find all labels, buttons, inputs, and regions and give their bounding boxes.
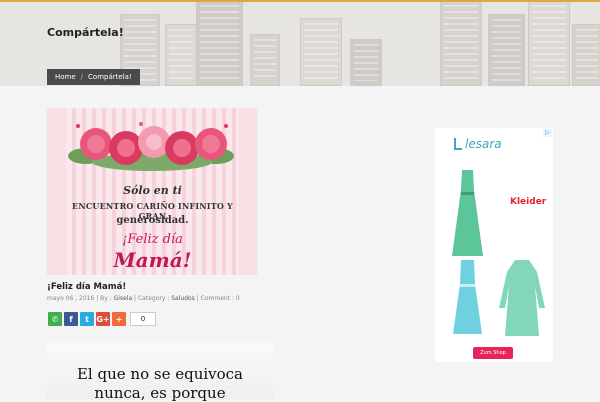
more-share-icon: + [115,314,123,324]
post-title-link[interactable]: ¡Feliz día Mamá! [47,282,126,292]
share-bar: ✆ f t G+ + 0 [48,312,156,326]
roses-illustration [68,122,234,171]
facebook-share-button[interactable]: f [64,312,78,326]
advertisement[interactable]: ▷ lesara Kleider Zum Shop [435,128,553,362]
skyline-building [196,2,243,86]
post-comments[interactable]: Comment : 0 [201,295,240,302]
whatsapp-share-button[interactable]: ✆ [48,312,62,326]
post-date: mayo 06 , 2016 [47,295,95,302]
quote-line-2: nunca, es porque [94,384,226,402]
ad-choices-icon[interactable]: ▷ [543,129,552,137]
facebook-icon: f [69,314,73,324]
post-category-link[interactable]: Saludos [171,295,195,302]
google-plus-icon: G+ [96,314,110,324]
breadcrumb-current: Compártela! [88,73,132,81]
skyline-building [572,24,600,86]
ad-shop-button[interactable]: Zum Shop [473,347,513,359]
next-post-image[interactable]: El que no se equivoca nunca, es porque [47,343,273,402]
whatsapp-icon: ✆ [51,314,59,324]
skyline-building [528,2,570,86]
share-count: 0 [130,312,156,326]
breadcrumb-separator: / [80,73,84,81]
card-line-3: generosidad. [116,215,189,226]
page-title: Compártela! [47,26,124,39]
skyline-building [488,14,525,86]
post-category-label: Category : [137,295,170,302]
dress-image [499,260,545,336]
skyline-building [300,18,342,86]
card-line-1: Sólo en ti [123,184,182,197]
mothers-day-card[interactable]: Sólo en ti ENCUENTRO CARIÑO INFINITO Y G… [66,108,239,275]
lesara-logo-icon [454,138,462,150]
post-author-link[interactable]: Gisela [114,295,132,302]
more-share-button[interactable]: + [112,312,126,326]
skyline-building [165,24,197,86]
quote-line-1: El que no se equivoca [76,365,243,383]
ad-logo-text: lesara [465,137,502,151]
breadcrumb: Home / Compártela! [47,69,140,85]
post-by-label: By : [100,295,112,302]
card-line-5: Mamá! [113,248,192,272]
breadcrumb-home-link[interactable]: Home [55,73,76,81]
post-meta: mayo 06 , 2016 | By : Gisela | Category … [47,295,240,302]
twitter-share-button[interactable]: t [80,312,94,326]
card-line-4: ¡Feliz día [122,232,183,247]
ad-brand-text: Kleider [510,197,547,207]
google-plus-share-button[interactable]: G+ [96,312,110,326]
skyline-building [350,39,382,86]
dress-image [453,260,482,334]
twitter-icon: t [85,314,89,324]
dress-image [452,170,483,256]
skyline-building [440,2,482,86]
skyline-building [250,34,280,86]
